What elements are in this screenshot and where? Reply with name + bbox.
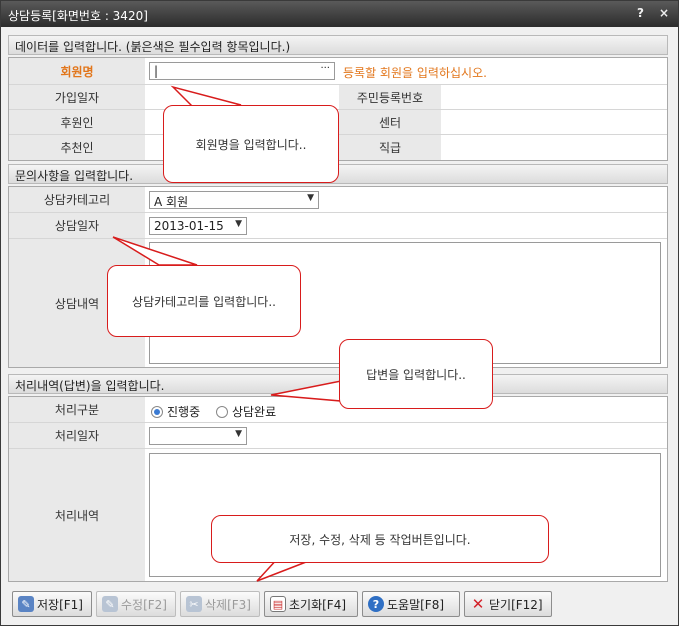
callout-member: 회원명을 입력합니다..: [163, 105, 339, 183]
help-icon[interactable]: ?: [637, 6, 644, 20]
delete-icon: ✂: [186, 596, 202, 612]
radio-selected-icon: [151, 405, 163, 418]
member-name-hint: 등록할 회원을 입력하십시오.: [343, 66, 487, 80]
save-icon: ✎: [18, 596, 34, 612]
member-name-label: 회원명: [9, 58, 145, 84]
process-date-label: 처리일자: [9, 423, 145, 448]
radio-in-progress[interactable]: 진행중: [151, 403, 200, 420]
member-name-row: 회원명 | ··· 등록할 회원을 입력하십시오.: [9, 58, 667, 85]
chevron-down-icon: ▼: [307, 193, 314, 203]
chevron-down-icon: ▼: [235, 219, 242, 229]
category-select[interactable]: A 회원 ▼: [149, 191, 319, 209]
document-icon: ▤: [270, 596, 286, 612]
process-section-heading: 처리내역(답변)을 입력합니다.: [8, 374, 668, 394]
action-toolbar: ✎ 저장[F1] ✎ 수정[F2] ✂ 삭제[F3] ▤ 초기화[F4] ? 도…: [8, 587, 668, 621]
process-date-picker[interactable]: ▼: [149, 427, 247, 445]
delete-button[interactable]: ✂ 삭제[F3]: [180, 591, 260, 617]
process-type-row: 처리구분 진행중 상담완료: [9, 397, 667, 423]
window-title: 상담등록[화면번호 : 3420]: [8, 9, 148, 23]
sponsor-label: 후원인: [9, 110, 145, 134]
join-date-row: 가입일자 주민등록번호: [9, 85, 667, 110]
category-label: 상담카테고리: [9, 187, 145, 212]
process-type-radios: 진행중 상담완료: [151, 403, 288, 421]
center-value: [441, 110, 667, 134]
title-bar: 상담등록[화면번호 : 3420] ? ×: [1, 1, 678, 27]
member-section-heading: 데이터를 입력합니다. (붉은색은 필수입력 항목입니다.): [8, 35, 668, 55]
close-x-icon: ✕: [471, 595, 485, 613]
close-button[interactable]: ✕ 닫기[F12]: [464, 591, 552, 617]
reset-button[interactable]: ▤ 초기화[F4]: [264, 591, 358, 617]
resident-no-value: [441, 85, 667, 109]
consult-date-row: 상담일자 2013-01-15 ▼: [9, 213, 667, 239]
position-label: 직급: [339, 135, 441, 160]
position-value: [441, 135, 667, 160]
edit-icon: ✎: [102, 596, 118, 612]
join-date-label: 가입일자: [9, 85, 145, 109]
close-icon[interactable]: ×: [659, 6, 669, 20]
process-content-label: 처리내역: [9, 449, 145, 581]
member-name-input[interactable]: | ···: [149, 62, 335, 80]
consultation-window: 상담등록[화면번호 : 3420] ? × 데이터를 입력합니다. (붉은색은 …: [0, 0, 679, 626]
recommender-label: 추천인: [9, 135, 145, 160]
edit-button[interactable]: ✎ 수정[F2]: [96, 591, 176, 617]
save-button[interactable]: ✎ 저장[F1]: [12, 591, 92, 617]
callout-buttons: 저장, 수정, 삭제 등 작업버튼입니다.: [211, 515, 549, 563]
radio-unselected-icon: [215, 405, 228, 418]
consult-date-picker[interactable]: 2013-01-15 ▼: [149, 217, 247, 235]
process-date-row: 처리일자 ▼: [9, 423, 667, 449]
lookup-icon[interactable]: ···: [320, 63, 330, 74]
callout-category: 상담카테고리를 입력합니다..: [107, 265, 301, 337]
callout-answer: 답변을 입력합니다..: [339, 339, 493, 409]
radio-completed[interactable]: 상담완료: [215, 403, 276, 420]
consult-date-label: 상담일자: [9, 213, 145, 238]
chevron-down-icon: ▼: [235, 429, 242, 439]
process-type-label: 처리구분: [9, 397, 145, 422]
center-label: 센터: [339, 110, 441, 134]
category-row: 상담카테고리 A 회원 ▼: [9, 187, 667, 213]
help-icon: ?: [368, 596, 384, 612]
resident-no-label: 주민등록번호: [339, 85, 441, 109]
help-button[interactable]: ? 도움말[F8]: [362, 591, 460, 617]
